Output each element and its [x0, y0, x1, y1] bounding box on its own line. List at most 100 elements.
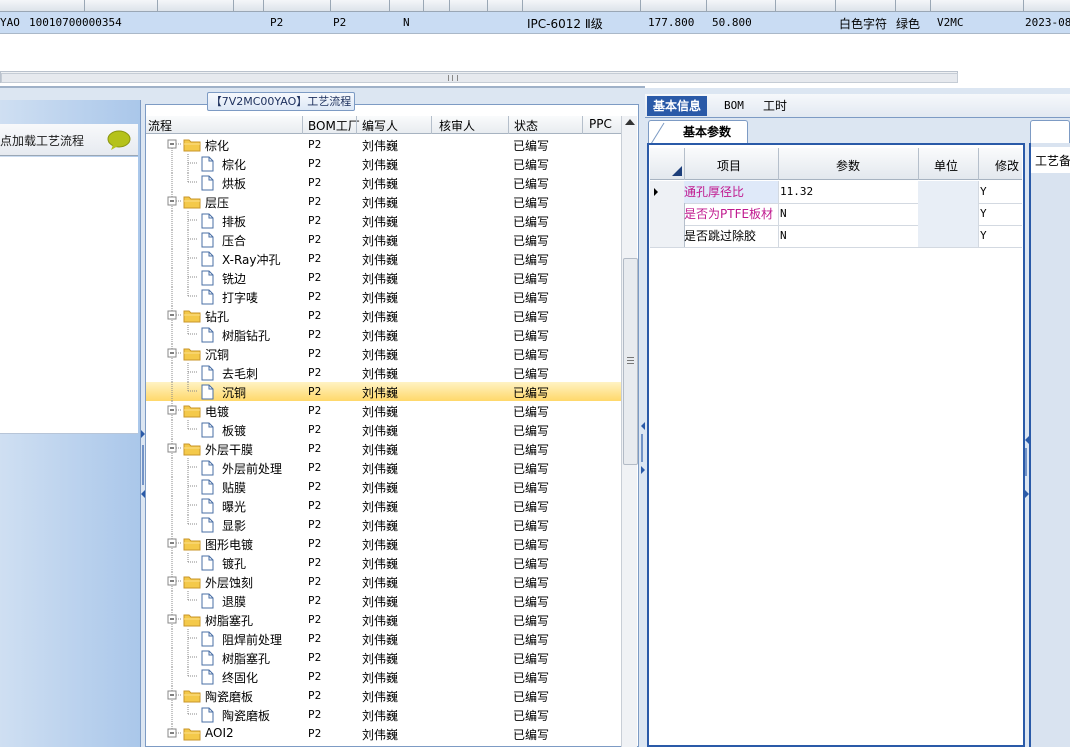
tree-row[interactable]: 烘板 P2 刘伟巍 已编写	[146, 173, 621, 192]
tree-vertical-scrollbar[interactable]	[621, 116, 638, 747]
col-flow[interactable]: 流程	[148, 117, 172, 134]
tree-node-bom: P2	[308, 214, 322, 227]
param-modify[interactable]: Y	[978, 181, 1024, 203]
col-item[interactable]: 项目	[717, 157, 741, 174]
right-splitter-grip[interactable]	[640, 400, 645, 480]
row-date: 2023-08-	[1025, 16, 1070, 29]
row-p2-a: P2	[270, 16, 284, 29]
top-grid-horizontal-scrollbar[interactable]	[0, 71, 958, 83]
col-bom-factory[interactable]: BOM工厂	[308, 117, 360, 134]
left-list-area[interactable]	[0, 157, 138, 434]
tree-node-author: 刘伟巍	[362, 158, 399, 172]
speech-bubble-icon[interactable]	[107, 130, 131, 150]
row-indicator[interactable]	[650, 203, 685, 225]
tree-row[interactable]: 外层干膜 P2 刘伟巍 已编写	[146, 439, 621, 458]
tree-row[interactable]: 曝光 P2 刘伟巍 已编写	[146, 496, 621, 515]
tab-basic-info[interactable]: 基本信息	[647, 96, 708, 116]
param-value[interactable]: 11.32	[778, 181, 921, 203]
col-ppc[interactable]: PPC	[589, 117, 612, 131]
row-indicator[interactable]	[650, 181, 685, 203]
tab-work-hours[interactable]: 工时	[757, 96, 793, 116]
top-grid-selected-row[interactable]: YAO 10010700000354 P2 P2 N IPC-6012 Ⅱ级 1…	[0, 12, 1070, 34]
tree-row[interactable]: 图形电镀 P2 刘伟巍 已编写	[146, 534, 621, 553]
tree-node-author: 刘伟巍	[362, 519, 399, 533]
tree-row[interactable]: 阻焊前处理 P2 刘伟巍 已编写	[146, 629, 621, 648]
col-unit[interactable]: 单位	[934, 157, 958, 174]
tab-basic-params[interactable]: 基本参数	[648, 120, 748, 145]
tree-row[interactable]: 打字唛 P2 刘伟巍 已编写	[146, 287, 621, 306]
row-code-suffix: YAO	[0, 16, 20, 29]
tree-row[interactable]: 棕化 P2 刘伟巍 已编写	[146, 154, 621, 173]
col-param[interactable]: 参数	[836, 157, 860, 174]
tree-node-author: 刘伟巍	[362, 291, 399, 305]
tree-row[interactable]: 钻孔 P2 刘伟巍 已编写	[146, 306, 621, 325]
tree-node-bom: P2	[308, 138, 322, 151]
tree-row[interactable]: 板镀 P2 刘伟巍 已编写	[146, 420, 621, 439]
tree-node-status: 已编写	[513, 386, 550, 400]
tree-node-status: 已编写	[513, 633, 550, 647]
tree-node-name: 镀孔	[222, 557, 247, 571]
tab-bom[interactable]: BOM	[718, 96, 750, 116]
row-code: V2MC	[937, 16, 964, 29]
tree-row[interactable]: 外层前处理 P2 刘伟巍 已编写	[146, 458, 621, 477]
tree-node-bom: P2	[308, 556, 322, 569]
col-author[interactable]: 编写人	[362, 117, 398, 134]
param-modify[interactable]: Y	[978, 203, 1024, 225]
tree-row[interactable]: 棕化 P2 刘伟巍 已编写	[146, 135, 621, 154]
tree-row[interactable]: 沉铜 P2 刘伟巍 已编写	[146, 344, 621, 363]
tree-row[interactable]: 层压 P2 刘伟巍 已编写	[146, 192, 621, 211]
tree-node-status: 已编写	[513, 405, 550, 419]
scroll-up-icon[interactable]	[625, 119, 635, 125]
tree-node-bom: P2	[308, 195, 322, 208]
tree-row[interactable]: 树脂塞孔 P2 刘伟巍 已编写	[146, 610, 621, 629]
param-row[interactable]: 通孔厚径比 11.32 Y	[650, 181, 1022, 204]
tree-row[interactable]: 排板 P2 刘伟巍 已编写	[146, 211, 621, 230]
tree-node-author: 刘伟巍	[362, 253, 399, 267]
param-unit[interactable]	[918, 225, 979, 247]
tree-row[interactable]: X-Ray冲孔 P2 刘伟巍 已编写	[146, 249, 621, 268]
col-reviewer[interactable]: 核审人	[439, 117, 475, 134]
col-modify[interactable]: 修改	[995, 157, 1019, 174]
scrollbar-thumb[interactable]	[1, 73, 958, 83]
tree-row[interactable]: 沉铜 P2 刘伟巍 已编写	[146, 382, 621, 401]
tree-node-bom: P2	[308, 594, 322, 607]
tree-node-status: 已编写	[513, 348, 550, 362]
row-indicator[interactable]	[650, 225, 685, 247]
param-unit[interactable]	[918, 203, 979, 225]
splitter[interactable]	[0, 86, 645, 88]
tree-row[interactable]: 外层蚀刻 P2 刘伟巍 已编写	[146, 572, 621, 591]
param-row[interactable]: 是否跳过除胶 N Y	[650, 225, 1022, 248]
tree-node-author: 刘伟巍	[362, 424, 399, 438]
param-value[interactable]: N	[778, 203, 921, 225]
tree-row[interactable]: 镀孔 P2 刘伟巍 已编写	[146, 553, 621, 572]
tree-row[interactable]: 树脂塞孔 P2 刘伟巍 已编写	[146, 648, 621, 667]
row-material: IPC-6012 Ⅱ级	[527, 17, 603, 31]
tree-row[interactable]: 压合 P2 刘伟巍 已编写	[146, 230, 621, 249]
tree-scrollbar-thumb[interactable]	[623, 258, 638, 465]
tree-row[interactable]: 去毛刺 P2 刘伟巍 已编写	[146, 363, 621, 382]
param-value[interactable]: N	[778, 225, 921, 247]
tree-row[interactable]: 电镀 P2 刘伟巍 已编写	[146, 401, 621, 420]
tree-row[interactable]: 陶瓷磨板 P2 刘伟巍 已编写	[146, 686, 621, 705]
param-unit[interactable]	[918, 181, 979, 203]
side-panel: 工艺备	[1029, 143, 1070, 747]
tree-row[interactable]: AOI2 P2 刘伟巍 已编写	[146, 724, 621, 743]
tree-node-bom: P2	[308, 442, 322, 455]
tab-side[interactable]	[1030, 120, 1070, 144]
tree-node-status: 已编写	[513, 728, 550, 742]
tree-row[interactable]: 贴膜 P2 刘伟巍 已编写	[146, 477, 621, 496]
tree-row[interactable]: 显影 P2 刘伟巍 已编写	[146, 515, 621, 534]
tree-row[interactable]: 退膜 P2 刘伟巍 已编写	[146, 591, 621, 610]
col-status[interactable]: 状态	[514, 117, 538, 134]
tree-node-status: 已编写	[513, 500, 550, 514]
tree-node-bom: P2	[308, 518, 322, 531]
tree-row[interactable]: 铣边 P2 刘伟巍 已编写	[146, 268, 621, 287]
tree-node-status: 已编写	[513, 557, 550, 571]
tree-row[interactable]: 陶瓷磨板 P2 刘伟巍 已编写	[146, 705, 621, 724]
param-modify[interactable]: Y	[978, 225, 1024, 247]
far-right-splitter-grip[interactable]	[1024, 430, 1029, 510]
tree-row[interactable]: 终固化 P2 刘伟巍 已编写	[146, 667, 621, 686]
tree-row[interactable]: 树脂钻孔 P2 刘伟巍 已编写	[146, 325, 621, 344]
tree-node-name: AOI2	[205, 726, 234, 740]
param-row[interactable]: 是否为PTFE板材 N Y	[650, 203, 1022, 226]
